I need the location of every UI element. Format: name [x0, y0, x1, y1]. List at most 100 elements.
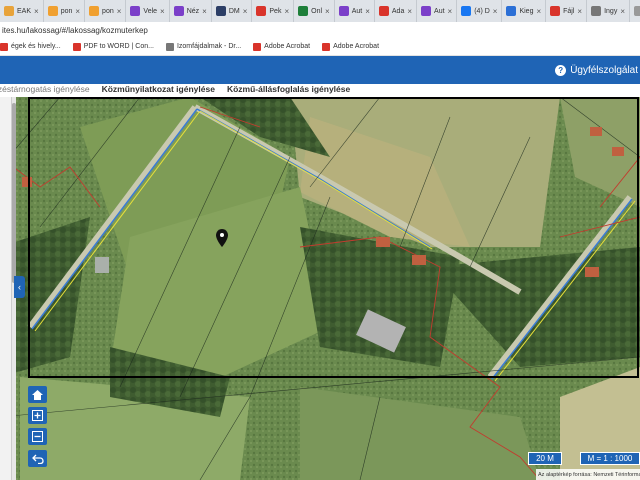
home-button[interactable]	[28, 386, 47, 403]
tab-favicon-icon	[461, 6, 472, 16]
close-icon[interactable]: ×	[160, 7, 165, 16]
bookmark-favicon-icon	[0, 42, 8, 51]
tab-favicon-icon	[4, 6, 14, 16]
tab-label: Pek	[269, 7, 282, 15]
bookmark-label: Adobe Acrobat	[264, 43, 311, 50]
chevron-left-icon: ‹	[18, 282, 21, 292]
close-icon[interactable]: ×	[536, 7, 541, 16]
collapse-panel-button[interactable]: ‹	[14, 276, 25, 298]
tab-label: DM	[228, 7, 240, 15]
home-icon	[32, 389, 43, 400]
customer-service-link[interactable]: ? Ügyfélszolgálat	[555, 56, 640, 84]
zoom-out-button[interactable]	[28, 428, 47, 445]
map-attribution: Az alaptérkép forrása: Nemzeti Térinform…	[536, 469, 640, 480]
tab-favicon-icon	[256, 6, 267, 16]
close-icon[interactable]: ×	[620, 7, 625, 16]
customer-service-label: Ügyfélszolgálat	[570, 64, 638, 76]
bookmark-favicon-icon	[253, 42, 262, 51]
tab-label: (4) D	[474, 7, 490, 15]
tab-label: Fájl	[563, 7, 575, 15]
back-button[interactable]	[28, 450, 47, 467]
zoom-out-icon	[32, 431, 43, 442]
bookmark-favicon-icon	[72, 42, 81, 51]
bookmark-favicon-icon	[322, 42, 331, 51]
browser-tab[interactable]: Ingy ×	[587, 0, 630, 22]
bookmark-label: Izomfájdalmak - Dr...	[176, 43, 242, 50]
browser-tab[interactable]: pon ×	[44, 0, 86, 22]
tab-label: pon	[60, 7, 73, 15]
bookmark-label: égek és hively...	[11, 43, 61, 50]
tab-favicon-icon	[298, 6, 309, 16]
browser-tab[interactable]: Pek ×	[252, 0, 295, 22]
tab-favicon-icon	[89, 6, 100, 16]
browser-tab[interactable]: Kieg ×	[502, 0, 547, 22]
tab-favicon-icon	[130, 6, 141, 16]
browser-tab[interactable]: E-ér×	[630, 0, 640, 22]
bookmark-label: PDF to WORD | Con...	[83, 43, 154, 50]
browser-tab[interactable]: Vele ×	[126, 0, 170, 22]
zoom-in-icon	[32, 410, 43, 421]
utility-map[interactable]	[0, 97, 640, 480]
browser-tab[interactable]: Aut ×	[335, 0, 375, 22]
scale-bar: 20 M	[528, 452, 562, 465]
close-icon[interactable]: ×	[407, 7, 412, 16]
back-icon	[31, 454, 44, 464]
tab-favicon-icon	[421, 6, 432, 16]
close-icon[interactable]: ×	[117, 7, 122, 16]
browser-tab[interactable]: EAK ×	[0, 0, 44, 22]
browser-tab[interactable]: Fájl ×	[546, 0, 588, 22]
zoom-in-button[interactable]	[28, 407, 47, 424]
tab-label: pon	[102, 7, 114, 15]
tab-label: Onl	[311, 7, 323, 15]
tab-favicon-icon	[634, 6, 640, 16]
tab-favicon-icon	[550, 6, 561, 16]
close-icon[interactable]: ×	[75, 7, 80, 16]
close-icon[interactable]: ×	[243, 7, 248, 16]
browser-tab-strip: EAK × pon × pon × Vele × Néz × DM × Pek × Onl × Aut × Ada ×…	[0, 0, 640, 22]
close-icon[interactable]: ×	[34, 7, 39, 16]
tab-support-request[interactable]: izéstárnogatás igénylése	[0, 84, 90, 98]
close-icon[interactable]: ×	[202, 7, 207, 16]
service-tabs: izéstárnogatás igénylése Közműnyilatkoza…	[0, 84, 640, 98]
bookmark-favicon-icon	[165, 42, 174, 51]
tab-label: EAK	[17, 7, 32, 15]
bookmark-item[interactable]: Izomfájdalmak - Dr...	[165, 42, 242, 51]
tab-favicon-icon	[506, 6, 517, 16]
bookmark-item[interactable]: PDF to WORD | Con...	[72, 42, 154, 51]
browser-tab[interactable]: pon ×	[85, 0, 127, 22]
bookmark-item[interactable]: Adobe Acrobat	[322, 42, 379, 51]
close-icon[interactable]: ×	[577, 7, 582, 16]
browser-tab[interactable]: Néz ×	[170, 0, 212, 22]
browser-tab[interactable]: Ada ×	[375, 0, 418, 22]
tab-label: Vele	[143, 7, 158, 15]
close-icon[interactable]: ×	[448, 7, 453, 16]
tab-label: Aut	[434, 7, 445, 15]
tab-utility-statement[interactable]: Közműnyilatkozat igénylése	[102, 84, 215, 98]
close-icon[interactable]: ×	[493, 7, 498, 16]
help-icon: ?	[555, 64, 567, 76]
aerial-map-image[interactable]	[0, 97, 640, 480]
close-icon[interactable]: ×	[325, 7, 330, 16]
tab-label: Ingy	[604, 7, 618, 15]
tab-utility-opinion[interactable]: Közmű-állásfoglalás igénylése	[227, 84, 350, 98]
scrollbar-thumb[interactable]	[12, 103, 16, 283]
close-icon[interactable]: ×	[284, 7, 289, 16]
browser-tab[interactable]: (4) D ×	[457, 0, 503, 22]
browser-tab[interactable]: Aut ×	[417, 0, 458, 22]
scale-ratio: M = 1 : 1000	[580, 452, 640, 465]
address-bar[interactable]: ites.hu/lakossag/#/lakossag/kozmuterkep	[0, 22, 640, 38]
tab-favicon-icon	[173, 6, 184, 16]
tab-label: Kieg	[519, 7, 534, 15]
browser-tab[interactable]: Onl ×	[294, 0, 335, 22]
bookmark-item[interactable]: Adobe Acrobat	[253, 42, 311, 51]
tab-label: Aut	[351, 7, 363, 15]
tab-label: Ada	[391, 7, 405, 15]
bookmark-item[interactable]: égek és hively...	[0, 42, 61, 51]
bookmarks-bar: égek és hively... PDF to WORD | Con... Izo…	[0, 38, 640, 56]
url-text[interactable]: ites.hu/lakossag/#/lakossag/kozmuterkep	[2, 26, 148, 35]
close-icon[interactable]: ×	[365, 7, 370, 16]
tab-favicon-icon	[338, 6, 349, 16]
tab-favicon-icon	[378, 6, 389, 16]
tab-favicon-icon	[47, 6, 58, 16]
browser-tab[interactable]: DM ×	[212, 0, 253, 22]
